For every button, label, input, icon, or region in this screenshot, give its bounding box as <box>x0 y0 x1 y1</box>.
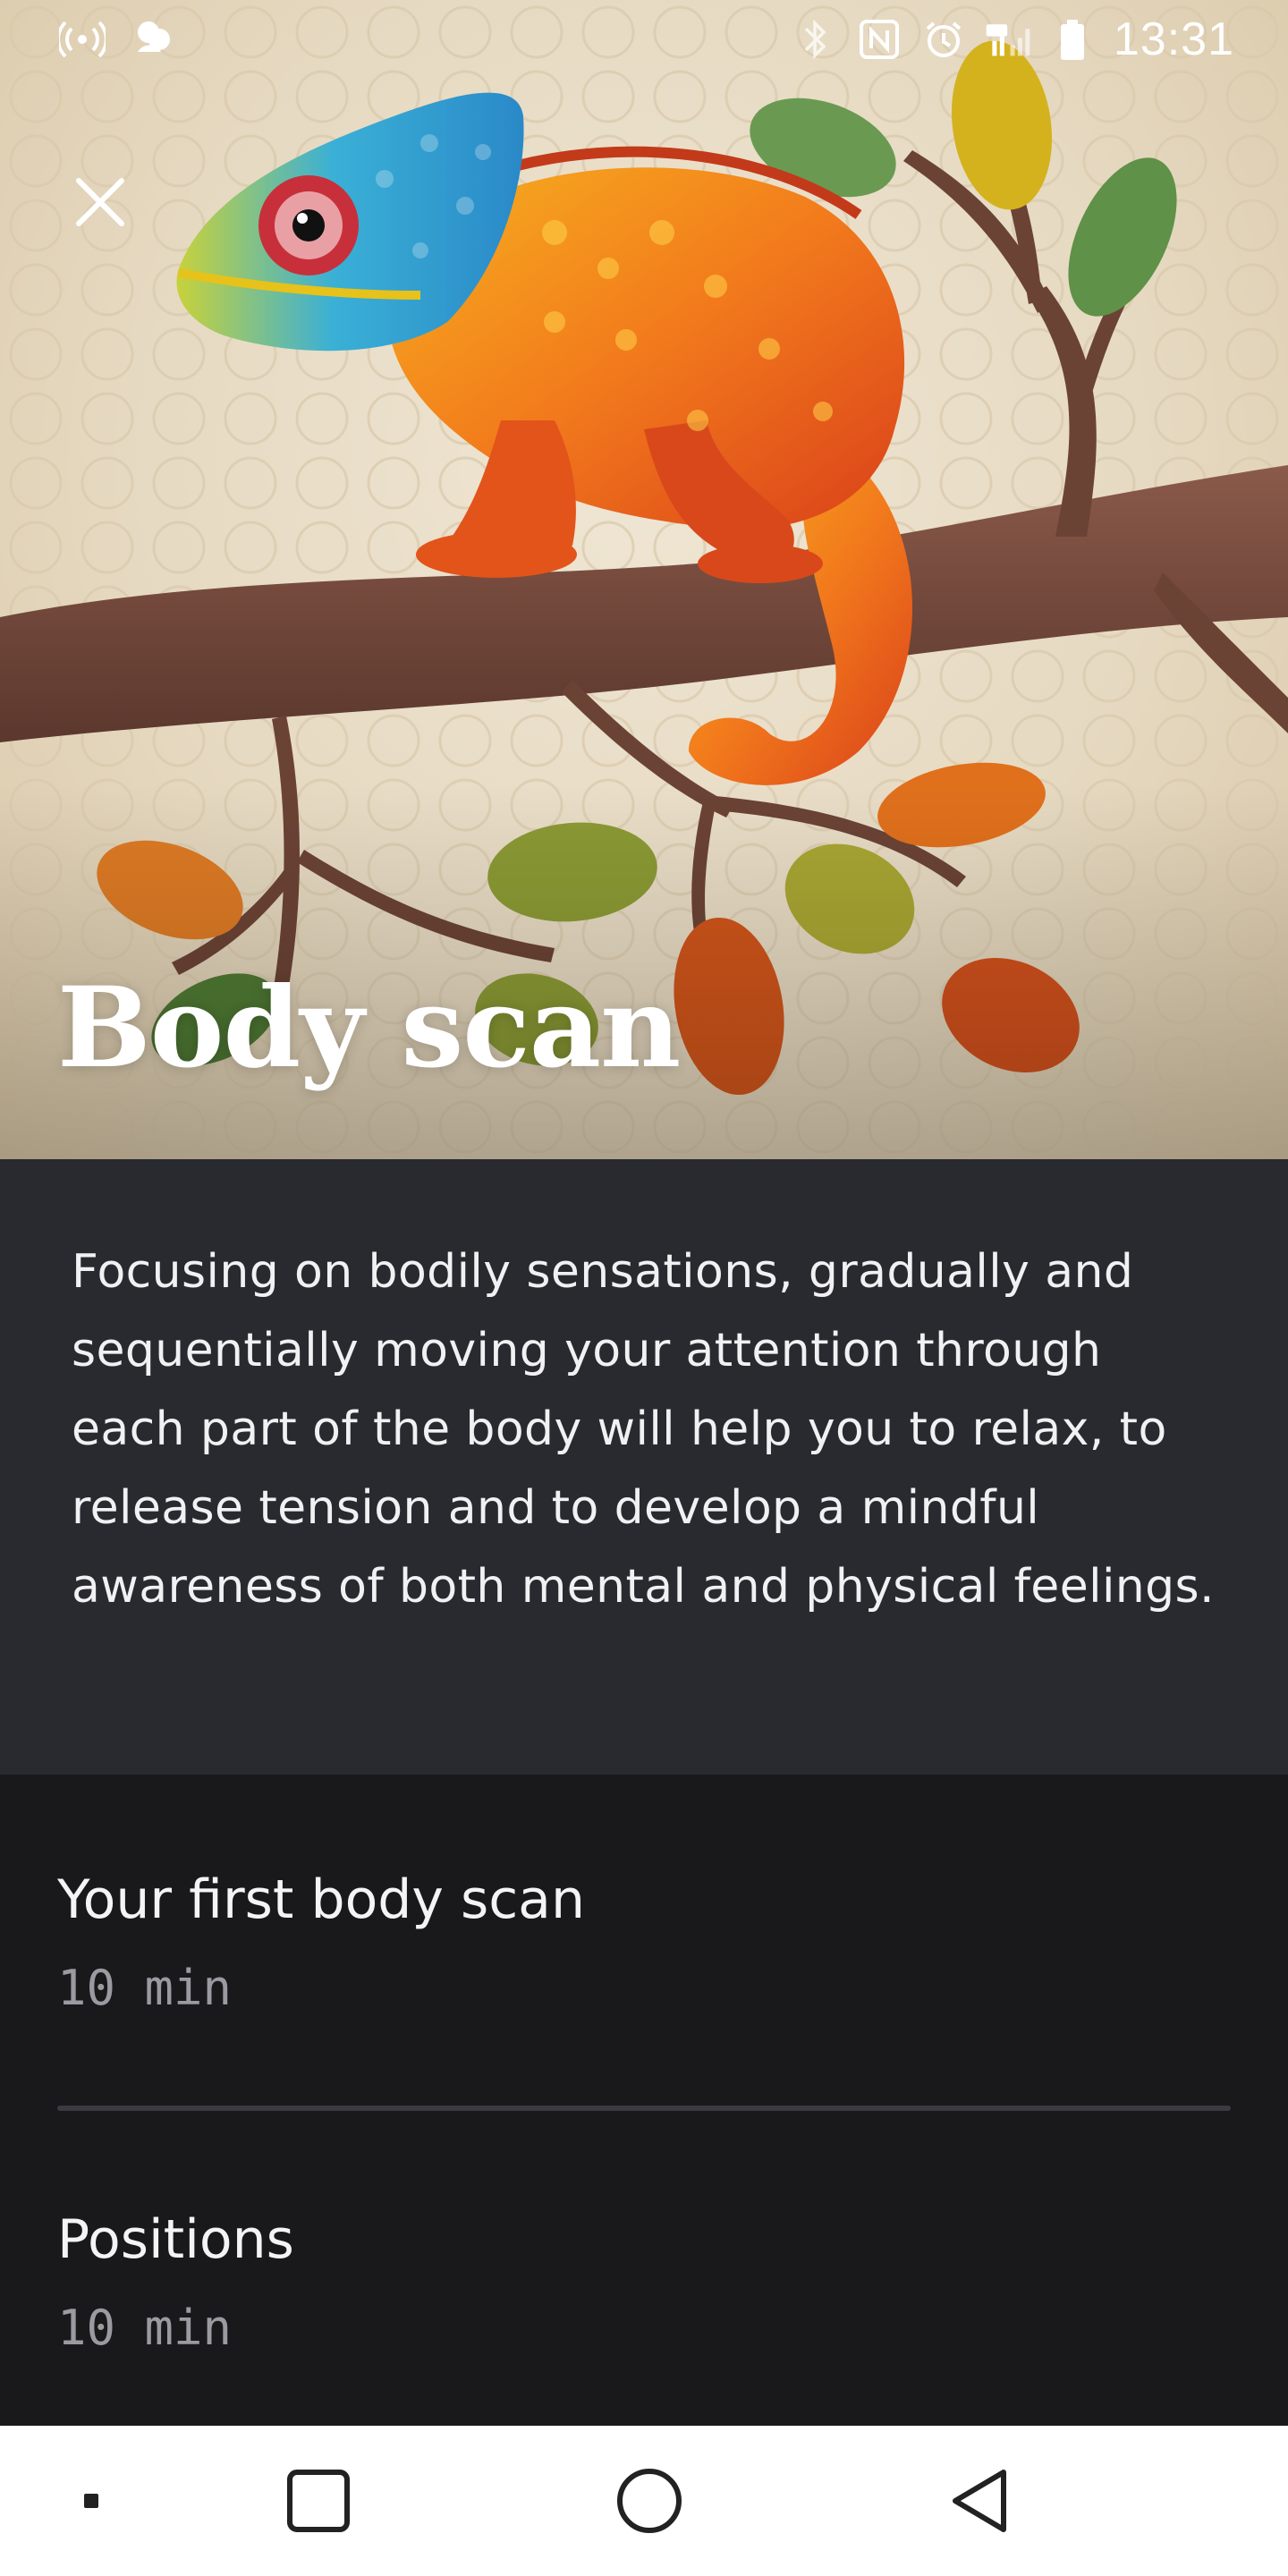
app-notification-icon <box>129 16 175 63</box>
signal-4g-icon <box>985 16 1031 63</box>
page-title: Body scan <box>57 963 681 1093</box>
session-list: Your first body scan 10 min Positions 10… <box>0 1775 1288 2426</box>
session-title: Your first body scan <box>57 1868 585 1931</box>
session-duration: 10 min <box>57 2300 233 2356</box>
status-left-icons <box>59 16 175 63</box>
session-title: Positions <box>57 2208 294 2271</box>
bluetooth-icon <box>792 16 838 63</box>
recents-icon <box>287 2470 350 2532</box>
close-button[interactable] <box>64 166 136 238</box>
close-icon <box>76 178 124 226</box>
home-icon <box>617 2469 682 2533</box>
session-item-your-first-body-scan[interactable]: Your first body scan 10 min <box>57 1864 1231 2072</box>
hero-banner: 13:31 Body scan <box>0 0 1288 1159</box>
body-scan-screen: 13:31 Body scan Focusing on bodily sensa… <box>0 0 1288 2576</box>
description-text: Focusing on bodily sensations, gradually… <box>72 1245 1215 1614</box>
hotspot-icon <box>59 16 106 63</box>
menu-dot-icon <box>84 2494 98 2508</box>
system-navigation-bar <box>0 2426 1288 2576</box>
nav-recents-button[interactable] <box>265 2447 372 2555</box>
alarm-icon <box>920 16 967 63</box>
back-icon <box>953 2470 1006 2532</box>
description-panel: Focusing on bodily sensations, gradually… <box>0 1159 1288 1775</box>
session-duration: 10 min <box>57 1960 233 2016</box>
status-bar: 13:31 <box>0 0 1288 86</box>
status-time: 13:31 <box>1113 13 1234 65</box>
nav-menu-button[interactable] <box>38 2447 145 2555</box>
status-right-icons: 13:31 <box>792 13 1234 66</box>
nfc-icon <box>856 16 902 63</box>
nav-back-button[interactable] <box>927 2447 1034 2555</box>
nav-home-button[interactable] <box>596 2447 703 2555</box>
session-divider <box>57 2106 1231 2111</box>
session-item-positions[interactable]: Positions 10 min <box>57 2204 1231 2411</box>
battery-icon <box>1049 16 1096 63</box>
